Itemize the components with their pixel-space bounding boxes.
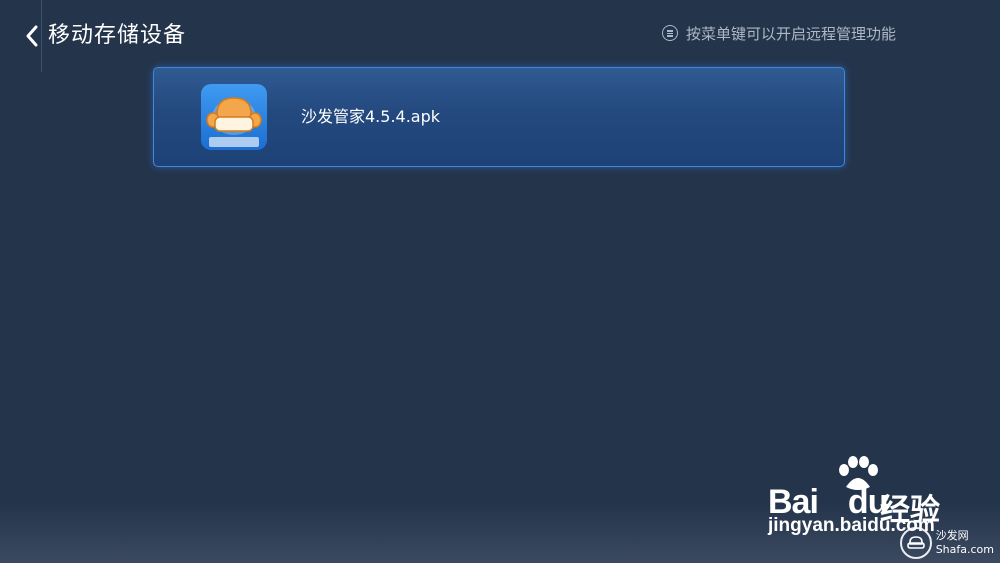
remote-management-hint: 按菜单键可以开启远程管理功能 [661, 22, 896, 44]
file-name: 沙发管家4.5.4.apk [301, 107, 441, 126]
back-button[interactable] [18, 20, 46, 52]
chevron-left-icon [26, 25, 38, 47]
page-title: 移动存储设备 [48, 23, 187, 48]
file-item-apk[interactable]: 沙发管家4.5.4.apk [153, 67, 845, 167]
shafa-site-url: Shafa.com [935, 543, 994, 556]
shafa-site-name: 沙发网 [935, 529, 969, 542]
shafa-watermark: 沙发网 Shafa.com [899, 527, 994, 559]
hint-text: 按菜单键可以开启远程管理功能 [685, 24, 896, 43]
menu-key-icon [661, 25, 678, 41]
sofa-icon [899, 527, 932, 559]
sofa-butler-app-icon [201, 84, 267, 150]
